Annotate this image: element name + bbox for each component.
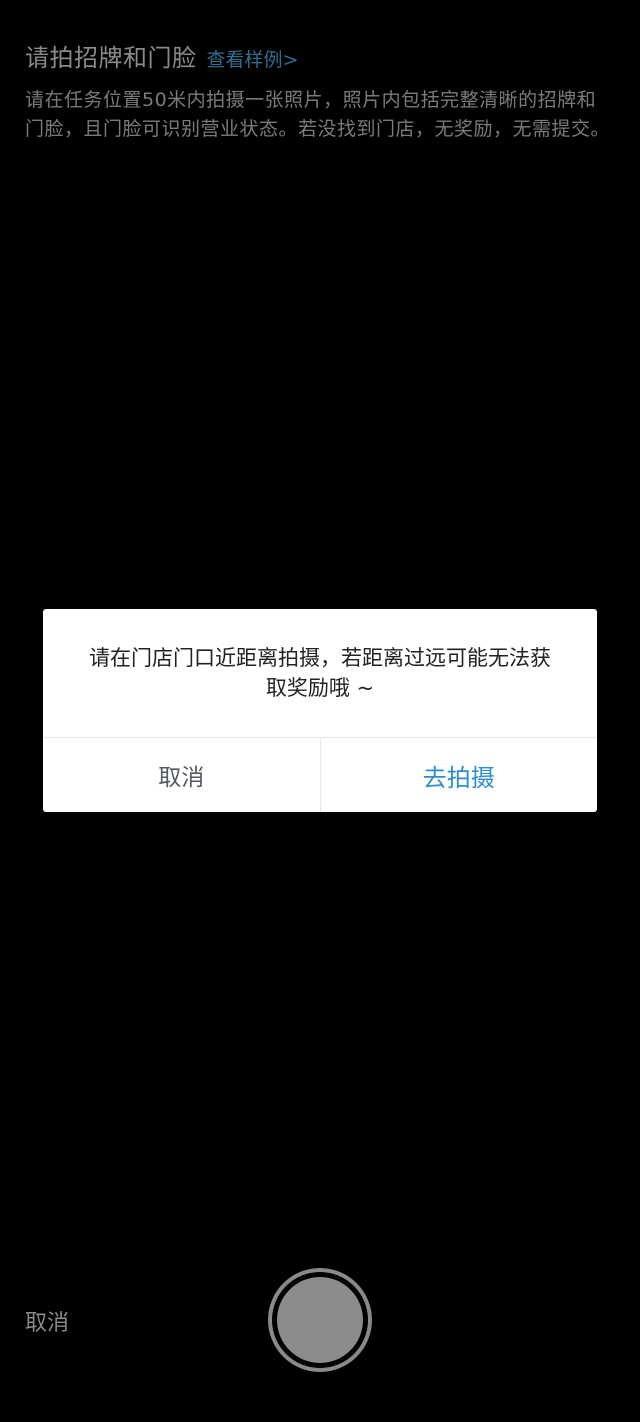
shutter-button[interactable] [268,1268,372,1372]
camera-screen: 请拍招牌和门脸 查看样例> 请在任务位置50米内拍摄一张照片，照片内包括完整清晰… [0,0,640,1422]
dialog-button-bar: 取消 去拍摄 [43,737,597,812]
instructions-header: 请拍招牌和门脸 查看样例> 请在任务位置50米内拍摄一张照片，照片内包括完整清晰… [25,38,615,144]
shutter-icon [277,1277,363,1363]
distance-warning-dialog: 请在门店门口近距离拍摄，若距离过远可能无法获 取奖励哦 ~ 取消 去拍摄 [43,609,597,812]
instructions-text: 请在任务位置50米内拍摄一张照片，照片内包括完整清晰的招牌和门脸，且门脸可识别营… [25,89,611,140]
dialog-cancel-button[interactable]: 取消 [43,738,321,812]
dialog-message: 请在门店门口近距离拍摄，若距离过远可能无法获 取奖励哦 ~ [63,643,577,703]
camera-cancel-button[interactable]: 取消 [25,1305,69,1337]
dialog-message-line2: 取奖励哦 ~ [265,676,375,700]
header-title-row: 请拍招牌和门脸 查看样例> [25,38,615,78]
view-example-link[interactable]: 查看样例> [207,45,299,72]
go-shoot-button[interactable]: 去拍摄 [321,738,598,812]
dialog-message-line1: 请在门店门口近距离拍摄，若距离过远可能无法获 [89,646,551,670]
page-title: 请拍招牌和门脸 [25,44,197,72]
